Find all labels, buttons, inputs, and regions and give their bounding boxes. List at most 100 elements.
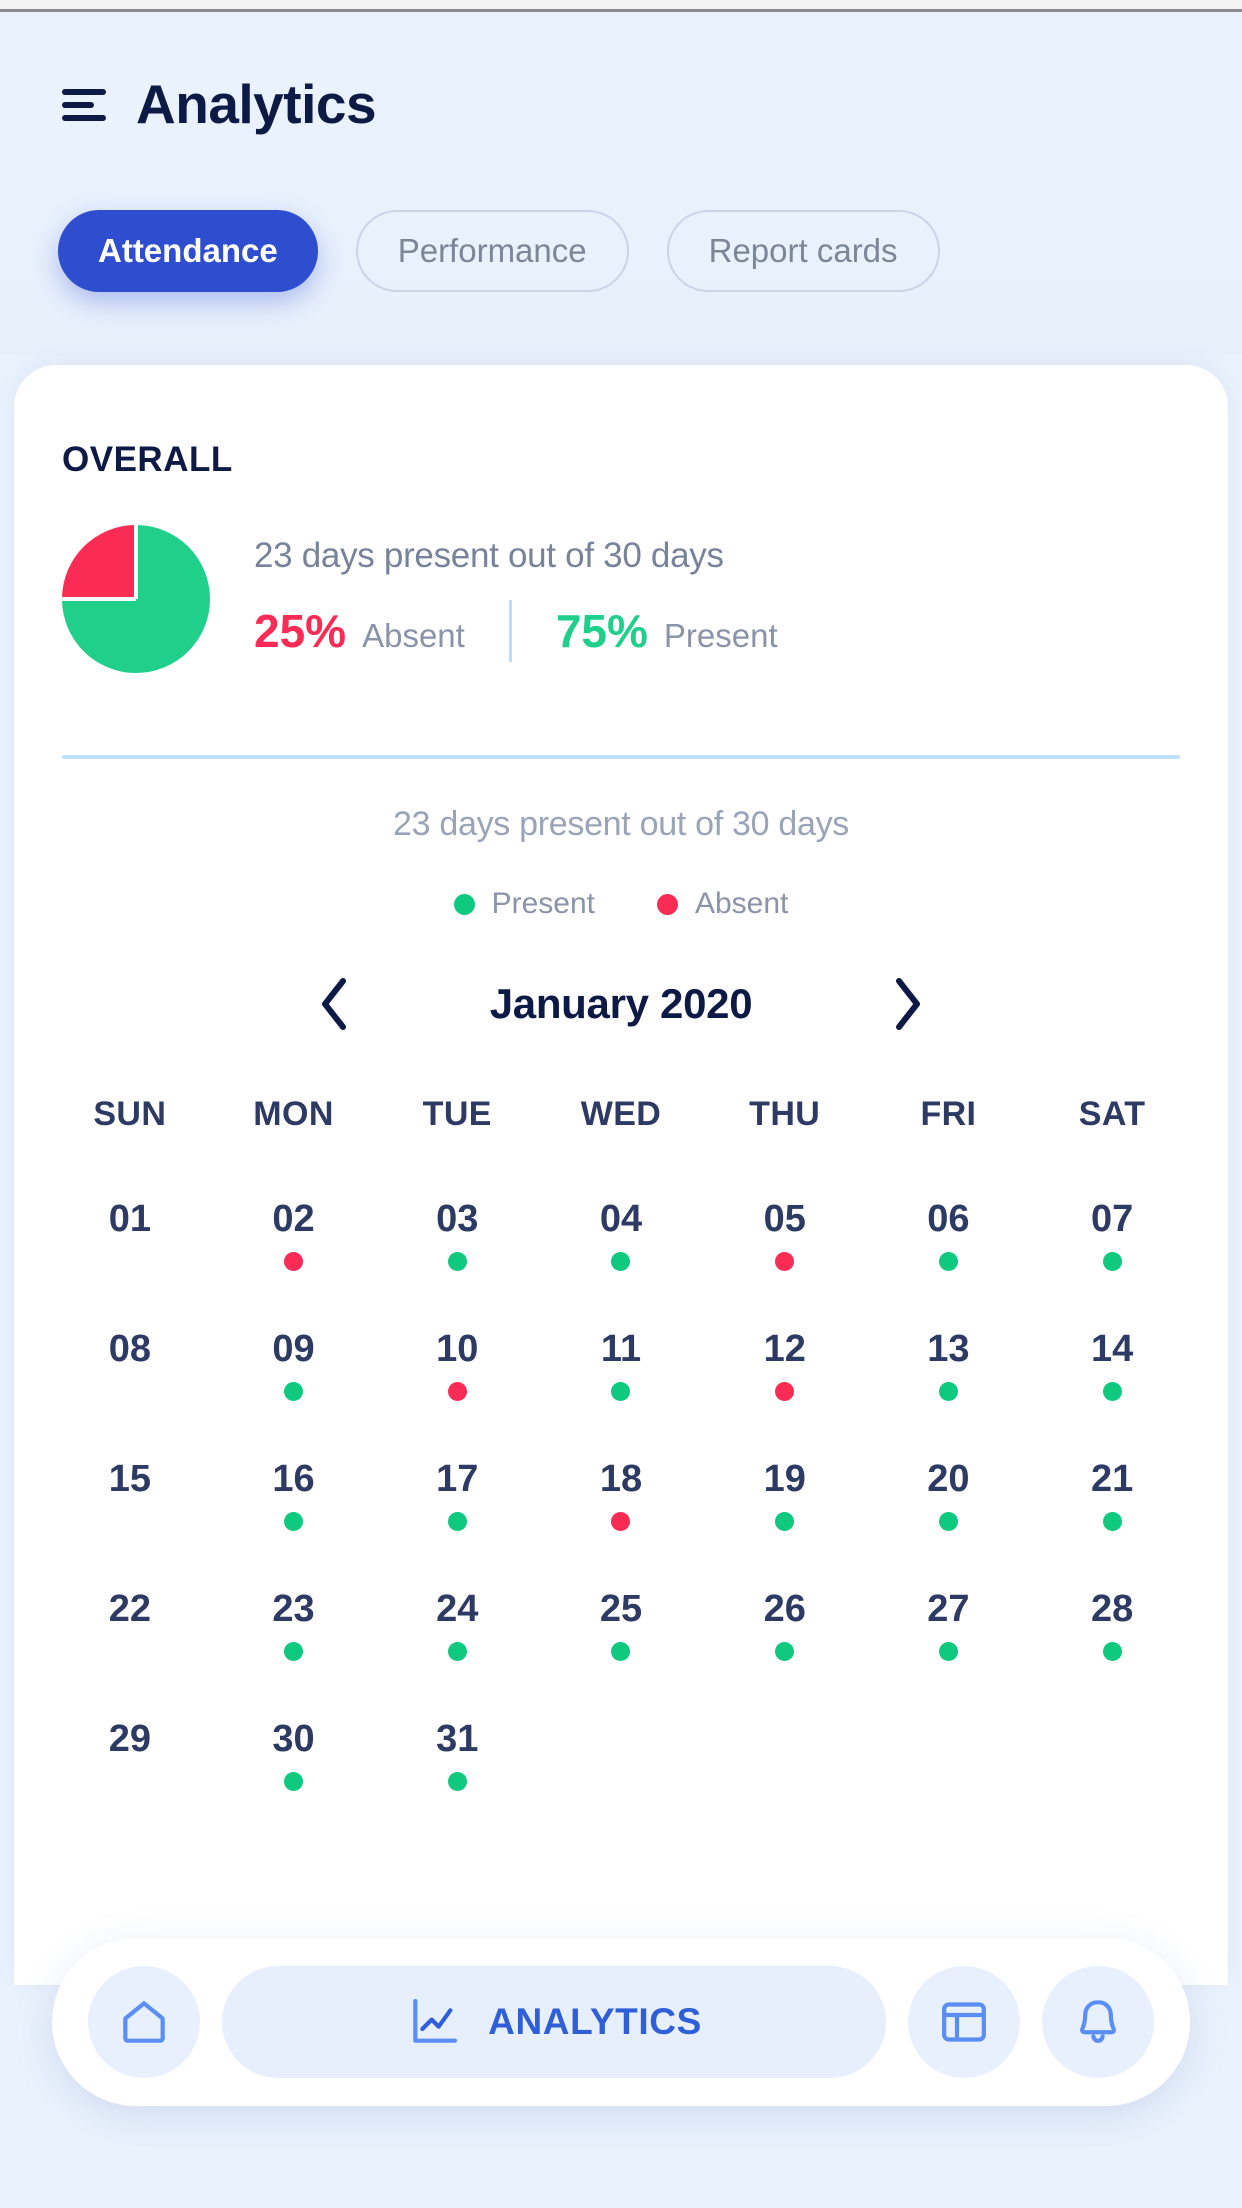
calendar-day-cell[interactable]: 17 [375, 1460, 539, 1568]
nav-item-home[interactable] [88, 1966, 200, 2078]
calendar-day-cell[interactable]: 30 [212, 1720, 376, 1828]
attendance-status-dot [120, 1512, 139, 1531]
weekday-tue: TUE [422, 1095, 492, 1133]
calendar-week-row: 01 02 03 04 05 06 07 [48, 1200, 1194, 1308]
attendance-status-dot [447, 1252, 467, 1271]
status-bar [0, 0, 1242, 12]
calendar-day-cell[interactable]: 27 [867, 1590, 1031, 1698]
calendar-day-cell[interactable]: 07 [1030, 1200, 1194, 1308]
calendar-day-cell[interactable]: 01 [48, 1200, 212, 1308]
weekday-fri: FRI [920, 1095, 977, 1133]
attendance-status-dot [447, 1772, 467, 1791]
nav-item-analytics[interactable]: ANALYTICS [222, 1966, 886, 2078]
hamburger-icon[interactable] [62, 86, 106, 124]
section-divider [62, 755, 1180, 759]
calendar-day-number: 10 [436, 1328, 479, 1370]
attendance-status-dot [120, 1772, 139, 1791]
attendance-status-dot [447, 1382, 467, 1401]
calendar-day-number: 27 [927, 1588, 970, 1630]
calendar-day-cell[interactable]: 03 [375, 1200, 539, 1308]
tab-report-cards[interactable]: Report cards [666, 210, 940, 292]
calendar-day-cell[interactable]: 24 [375, 1590, 539, 1698]
attendance-status-dot [284, 1512, 304, 1531]
attendance-status-dot [611, 1512, 631, 1531]
calendar-day-cell[interactable]: 14 [1030, 1330, 1194, 1438]
dashboard-icon [942, 2002, 986, 2042]
calendar-day-cell[interactable]: 13 [867, 1330, 1031, 1438]
bottom-navigation: ANALYTICS [52, 1938, 1190, 2106]
attendance-pie-chart [62, 525, 210, 673]
attendance-status-dot [775, 1512, 795, 1531]
calendar-day-cell[interactable]: 18 [539, 1460, 703, 1568]
attendance-status-dot [284, 1772, 304, 1791]
absent-label: Absent [362, 617, 465, 654]
calendar-day-cell[interactable]: 22 [48, 1590, 212, 1698]
month-navigation: January 2020 [14, 973, 1228, 1035]
attendance-status-dot [1102, 1512, 1122, 1531]
calendar-day-number: 20 [927, 1458, 970, 1500]
attendance-status-dot [284, 1252, 304, 1271]
calendar-day-cell[interactable]: 19 [703, 1460, 867, 1568]
page-title: Analytics [136, 73, 377, 135]
nav-item-dashboard[interactable] [908, 1966, 1020, 2078]
calendar-day-cell[interactable]: 06 [867, 1200, 1031, 1308]
calendar-day-cell[interactable]: 02 [212, 1200, 376, 1308]
calendar-day-cell[interactable]: 15 [48, 1460, 212, 1568]
calendar-day-cell[interactable]: 08 [48, 1330, 212, 1438]
legend-item-present: Present [453, 887, 595, 921]
attendance-status-dot [775, 1252, 795, 1271]
calendar-day-number: 11 [600, 1328, 642, 1370]
tab-attendance[interactable]: Attendance [58, 210, 318, 292]
attendance-status-dot [775, 1642, 795, 1661]
attendance-card: OVERALL 23 days present out of 30 days 2… [14, 365, 1228, 1985]
chevron-right-icon[interactable] [883, 973, 933, 1035]
calendar-day-cell[interactable]: 12 [703, 1330, 867, 1438]
tab-performance[interactable]: Performance [355, 210, 629, 292]
calendar-day-number: 23 [272, 1588, 315, 1630]
calendar-day-number: 28 [1090, 1588, 1134, 1630]
calendar-day-number: 26 [763, 1588, 806, 1630]
calendar-weeks: 01 02 03 04 05 06 07 08 09 10 11 12 13 14 15 16 17 18 19 20… [48, 1200, 1194, 1828]
attendance-status-dot [611, 1642, 631, 1661]
calendar-day-cell[interactable]: 28 [1030, 1590, 1194, 1698]
calendar-day-number: 05 [763, 1198, 806, 1240]
calendar-week-row: 29 30 31 [48, 1720, 1194, 1828]
calendar-day-cell[interactable]: 05 [703, 1200, 867, 1308]
nav-item-notifications[interactable] [1042, 1966, 1154, 2078]
calendar-day-cell[interactable]: 26 [703, 1590, 867, 1698]
calendar-week-row: 08 09 10 11 12 13 14 [48, 1330, 1194, 1438]
calendar-day-cell[interactable]: 10 [375, 1330, 539, 1438]
calendar-day-cell[interactable]: 20 [867, 1460, 1031, 1568]
days-present-summary: 23 days present out of 30 days [254, 536, 724, 575]
calendar-day-cell[interactable]: 21 [1030, 1460, 1194, 1568]
weekday-header: SUN MON TUE WED THU FRI SAT [48, 1095, 1194, 1134]
attendance-status-dot [1102, 1642, 1122, 1661]
calendar-week-row: 22 23 24 25 26 27 28 [48, 1590, 1194, 1698]
calendar-day-cell[interactable]: 11 [539, 1330, 703, 1438]
attendance-status-dot [1102, 1252, 1122, 1271]
calendar-day-number: 02 [272, 1198, 315, 1240]
calendar-day-number: 30 [272, 1718, 315, 1760]
calendar-day-cell[interactable]: 25 [539, 1590, 703, 1698]
calendar-day-number: 29 [108, 1718, 151, 1760]
calendar-day-number: 08 [108, 1328, 151, 1370]
calendar-legend: Present Absent [14, 887, 1228, 921]
attendance-status-dot [611, 1382, 631, 1401]
calendar-day-number: 06 [927, 1198, 970, 1240]
weekday-mon: MON [253, 1095, 334, 1133]
absent-percentage: 25% [254, 605, 347, 657]
calendar-day-cell[interactable]: 31 [375, 1720, 539, 1828]
legend-label-absent: Absent [694, 887, 789, 920]
calendar-day-cell[interactable]: 23 [212, 1590, 376, 1698]
calendar-day-cell[interactable]: 09 [212, 1330, 376, 1438]
calendar-day-number: 01 [108, 1198, 151, 1240]
chevron-left-icon[interactable] [309, 973, 359, 1035]
calendar-week-row: 15 16 17 18 19 20 21 [48, 1460, 1194, 1568]
calendar-day-cell[interactable]: 04 [539, 1200, 703, 1308]
calendar-day-number: 25 [599, 1588, 643, 1630]
calendar-day-cell[interactable]: 29 [48, 1720, 212, 1828]
present-percentage: 75% [555, 605, 648, 657]
stat-divider [508, 600, 512, 662]
calendar-day-number: 21 [1090, 1458, 1134, 1500]
calendar-day-cell[interactable]: 16 [212, 1460, 376, 1568]
